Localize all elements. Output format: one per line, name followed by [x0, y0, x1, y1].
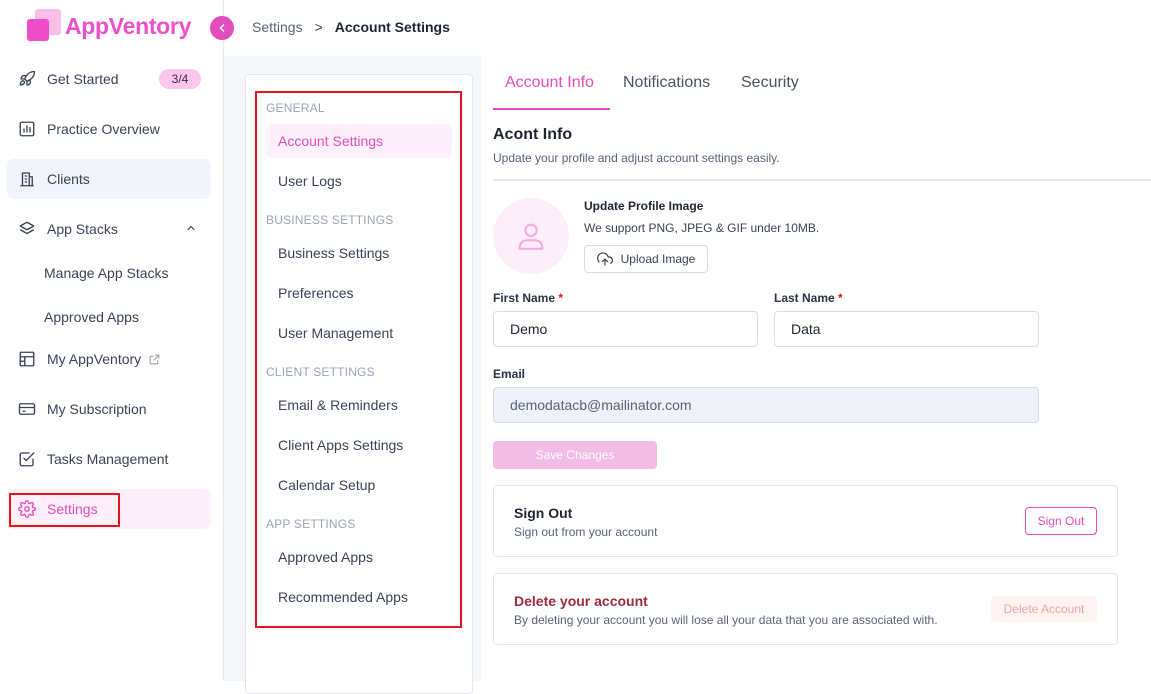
sidebar-item-label: My AppVentory [47, 351, 142, 367]
section-subtitle: Update your profile and adjust account s… [493, 151, 780, 165]
submenu-highlight-box [255, 91, 462, 628]
sidebar-item-app-stacks[interactable]: App Stacks [7, 209, 211, 249]
tab-security[interactable]: Security [741, 74, 799, 92]
collapse-sidebar-button[interactable] [210, 16, 234, 40]
sidebar-item-my-appventory[interactable]: My AppVentory [7, 339, 211, 379]
upload-image-button[interactable]: Upload Image [584, 245, 708, 273]
last-name-label: Last Name * [774, 291, 843, 305]
user-icon [518, 223, 544, 250]
section-title: Acont Info [493, 126, 573, 143]
sidebar-item-label: My Subscription [47, 401, 147, 417]
sign-out-button[interactable]: Sign Out [1025, 507, 1097, 535]
sidebar: AppVentory Get Started 3/4 Practice Over… [0, 0, 224, 681]
cloud-upload-icon [596, 251, 613, 267]
checkbox-icon [17, 449, 37, 469]
first-name-field[interactable]: Demo [493, 311, 758, 347]
profile-image-title: Update Profile Image [584, 199, 704, 213]
delete-account-button[interactable]: Delete Account [991, 596, 1097, 622]
tab-notifications[interactable]: Notifications [623, 74, 710, 92]
delete-account-card: Delete your account By deleting your acc… [493, 573, 1118, 645]
profile-image-hint: We support PNG, JPEG & GIF under 10MB. [584, 221, 820, 235]
delete-account-subtitle: By deleting your account you will lose a… [514, 613, 938, 627]
sidebar-subitem-manage-app-stacks[interactable]: Manage App Stacks [44, 265, 169, 281]
sidebar-item-tasks-management[interactable]: Tasks Management [7, 439, 211, 479]
account-panel: Account Info Notifications Security Acon… [481, 56, 1151, 681]
tab-account-info[interactable]: Account Info [505, 74, 594, 92]
upload-image-label: Upload Image [620, 252, 696, 266]
sidebar-item-my-subscription[interactable]: My Subscription [7, 389, 211, 429]
sidebar-item-clients[interactable]: Clients [7, 159, 211, 199]
active-tab-indicator [493, 108, 610, 110]
divider [493, 179, 1151, 181]
sidebar-item-label: Get Started [47, 71, 119, 87]
building-icon [17, 169, 37, 189]
top-bar: Settings > Account Settings [224, 0, 1151, 56]
sidebar-item-label: App Stacks [47, 221, 118, 237]
breadcrumb-current: Account Settings [334, 19, 450, 35]
breadcrumb: Settings > Account Settings [252, 19, 450, 35]
sign-out-card: Sign Out Sign out from your account Sign… [493, 485, 1118, 557]
sidebar-item-get-started[interactable]: Get Started 3/4 [7, 59, 211, 99]
store-icon [17, 349, 37, 369]
app-name: AppVentory [65, 12, 192, 39]
sidebar-item-label: Tasks Management [47, 451, 169, 467]
chart-icon [17, 119, 37, 139]
sidebar-item-practice-overview[interactable]: Practice Overview [7, 109, 211, 149]
email-label: Email [493, 367, 526, 381]
chevron-up-icon[interactable] [185, 221, 197, 237]
last-name-field[interactable]: Data [774, 311, 1039, 347]
sign-out-title: Sign Out [514, 505, 573, 521]
app-logo[interactable]: AppVentory [27, 8, 191, 44]
chevron-left-icon [219, 24, 225, 32]
settings-highlight-box [9, 493, 120, 527]
card-icon [17, 399, 37, 419]
progress-badge: 3/4 [159, 69, 201, 89]
sidebar-item-label: Practice Overview [47, 121, 160, 137]
delete-account-title: Delete your account [514, 593, 648, 609]
sidebar-item-label: Clients [47, 171, 90, 187]
breadcrumb-parent[interactable]: Settings [252, 19, 303, 35]
sidebar-subitem-approved-apps[interactable]: Approved Apps [44, 309, 139, 325]
avatar[interactable] [493, 198, 569, 274]
email-field[interactable]: demodatacb@mailinator.com [493, 387, 1039, 423]
logo-icon [27, 9, 61, 43]
layers-icon [17, 219, 37, 239]
rocket-icon [17, 69, 37, 89]
breadcrumb-separator: > [314, 19, 323, 35]
sign-out-subtitle: Sign out from your account [514, 525, 658, 539]
first-name-label: First Name * [493, 291, 564, 305]
external-link-icon [148, 353, 161, 366]
save-changes-button[interactable]: Save Changes [493, 441, 657, 469]
